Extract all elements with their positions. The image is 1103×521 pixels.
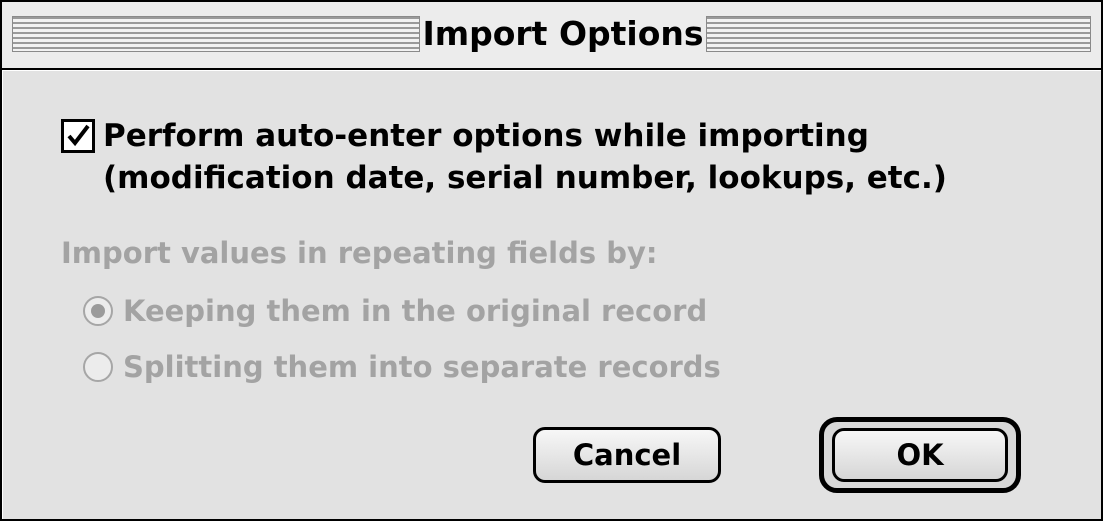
- radio-button-selected[interactable]: [83, 296, 113, 326]
- auto-enter-checkbox[interactable]: [61, 119, 95, 153]
- checkmark-icon: [67, 124, 90, 147]
- radio-button-unselected[interactable]: [83, 352, 113, 382]
- auto-enter-label[interactable]: Perform auto-enter options while importi…: [103, 115, 947, 199]
- dialog-content: Perform auto-enter options while importi…: [2, 70, 1101, 519]
- radio-split-records-label: Splitting them into separate records: [123, 350, 721, 384]
- title-bar[interactable]: Import Options: [2, 2, 1101, 70]
- dialog-title: Import Options: [420, 12, 706, 56]
- radio-keep-original-label: Keeping them in the original record: [123, 294, 708, 328]
- radio-keep-original[interactable]: Keeping them in the original record: [83, 291, 707, 331]
- repeating-fields-label: Import values in repeating fields by:: [61, 236, 658, 270]
- radio-dot-icon: [91, 304, 105, 318]
- auto-enter-label-line1: Perform auto-enter options while importi…: [103, 118, 869, 154]
- auto-enter-label-line2: (modification date, serial number, looku…: [103, 160, 947, 196]
- import-options-dialog: Import Options Perform auto-enter option…: [0, 0, 1103, 521]
- title-bar-stripes-left: [12, 16, 420, 52]
- radio-split-records[interactable]: Splitting them into separate records: [83, 347, 721, 387]
- cancel-button[interactable]: Cancel: [533, 427, 721, 483]
- ok-button[interactable]: OK: [832, 428, 1008, 482]
- title-bar-stripes-right: [706, 16, 1091, 52]
- auto-enter-option[interactable]: Perform auto-enter options while importi…: [61, 115, 947, 199]
